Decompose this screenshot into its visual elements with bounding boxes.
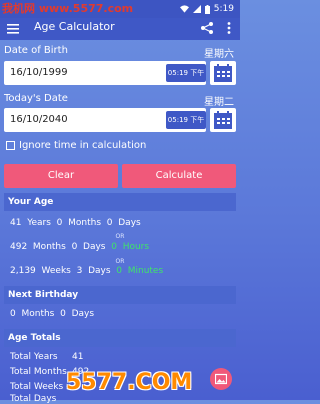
age-weeks-value: 2,139 <box>10 266 36 276</box>
age-weeks-label: Weeks <box>41 266 71 276</box>
nb-days-label: Days <box>71 309 95 319</box>
share-image-fab[interactable] <box>210 368 232 390</box>
next-birthday-line: 0 Months 0 Days <box>10 309 94 319</box>
age-minutes-value: 0 <box>116 266 122 276</box>
battery-icon <box>204 4 210 14</box>
hamburger-menu-icon[interactable] <box>6 22 20 36</box>
today-field[interactable]: 16/10/2040 05:19 下午 <box>4 108 206 132</box>
age-line-3: 2,139 Weeks 3 Days 0 Minutes <box>10 266 163 276</box>
age-totals-header: Age Totals <box>4 329 236 347</box>
calculate-button[interactable]: Calculate <box>122 164 236 188</box>
age-months-label: Months <box>68 218 102 228</box>
nb-days-value: 0 <box>60 309 66 319</box>
clock: 5:19 <box>213 4 234 14</box>
age-years-label: Years <box>27 218 51 228</box>
totals-row: Total Weeks <box>10 382 63 392</box>
total-weeks-label: Total Weeks <box>10 382 64 392</box>
today-calendar-button[interactable] <box>210 108 236 132</box>
image-icon <box>215 373 227 385</box>
age-line2-days-value: 0 <box>71 242 78 252</box>
today-date-value[interactable]: 16/10/2040 <box>10 108 68 132</box>
site-watermark-badge: 5577.COM <box>66 370 193 395</box>
age-line3-days-value: 3 <box>76 266 83 276</box>
age-hours-label: Hours <box>122 242 150 252</box>
toolbar: Age Calculator <box>0 18 240 40</box>
dob-label: Date of Birth <box>4 45 68 56</box>
more-options-icon[interactable] <box>224 21 234 35</box>
wifi-icon <box>179 5 189 13</box>
next-birthday-header: Next Birthday <box>4 286 236 304</box>
clear-button[interactable]: Clear <box>4 164 118 188</box>
age-total-months-label: Months <box>32 242 66 252</box>
ignore-time-label: Ignore time in calculation <box>19 140 147 151</box>
total-months-label: Total Months <box>10 367 67 377</box>
total-days-label: Total Days <box>10 394 57 404</box>
nb-months-label: Months <box>21 309 55 319</box>
totals-row: Total Months 492 <box>10 367 89 377</box>
calendar-icon <box>214 64 232 82</box>
or-divider: OR <box>115 258 125 265</box>
totals-row: Total Days <box>10 394 56 404</box>
age-line3-days-label: Days <box>88 266 111 276</box>
age-total-months-value: 492 <box>10 242 28 252</box>
ignore-time-checkbox[interactable] <box>6 141 15 150</box>
or-divider: OR <box>115 233 125 240</box>
age-years-value: 41 <box>10 218 22 228</box>
total-years-value: 41 <box>72 352 84 362</box>
age-minutes-label: Minutes <box>127 266 164 276</box>
today-label: Today's Date <box>4 93 68 104</box>
age-days-value: 0 <box>106 218 113 228</box>
your-age-header: Your Age <box>4 193 236 211</box>
today-time-button[interactable]: 05:19 下午 <box>166 111 206 129</box>
totals-row: Total Years 41 <box>10 352 83 362</box>
app-title: Age Calculator <box>34 20 115 33</box>
share-icon[interactable] <box>200 21 214 35</box>
dob-date-value[interactable]: 16/10/1999 <box>10 61 68 85</box>
calendar-icon <box>214 111 232 129</box>
status-icons: 5:19 <box>179 0 234 18</box>
age-months-value: 0 <box>56 218 63 228</box>
today-weekday: 星期二 <box>204 97 234 108</box>
status-bar: 我机网 www.5577.com 5:19 <box>0 0 240 18</box>
age-line-2: 492 Months 0 Days 0 Hours <box>10 242 149 252</box>
age-line2-days-label: Days <box>83 242 106 252</box>
watermark-text: 我机网 www.5577.com <box>2 2 134 15</box>
total-years-label: Total Years <box>10 352 58 362</box>
age-days-label: Days <box>118 218 141 228</box>
signal-icon <box>192 5 201 13</box>
age-line-1: 41 Years 0 Months 0 Days <box>10 218 141 228</box>
dob-weekday: 星期六 <box>204 49 234 60</box>
dob-time-button[interactable]: 05:19 下午 <box>166 64 206 82</box>
dob-field[interactable]: 16/10/1999 05:19 下午 <box>4 61 206 85</box>
nb-months-value: 0 <box>10 309 16 319</box>
dob-calendar-button[interactable] <box>210 61 236 85</box>
age-hours-value: 0 <box>111 242 117 252</box>
ignore-time-row[interactable]: Ignore time in calculation <box>6 140 146 151</box>
